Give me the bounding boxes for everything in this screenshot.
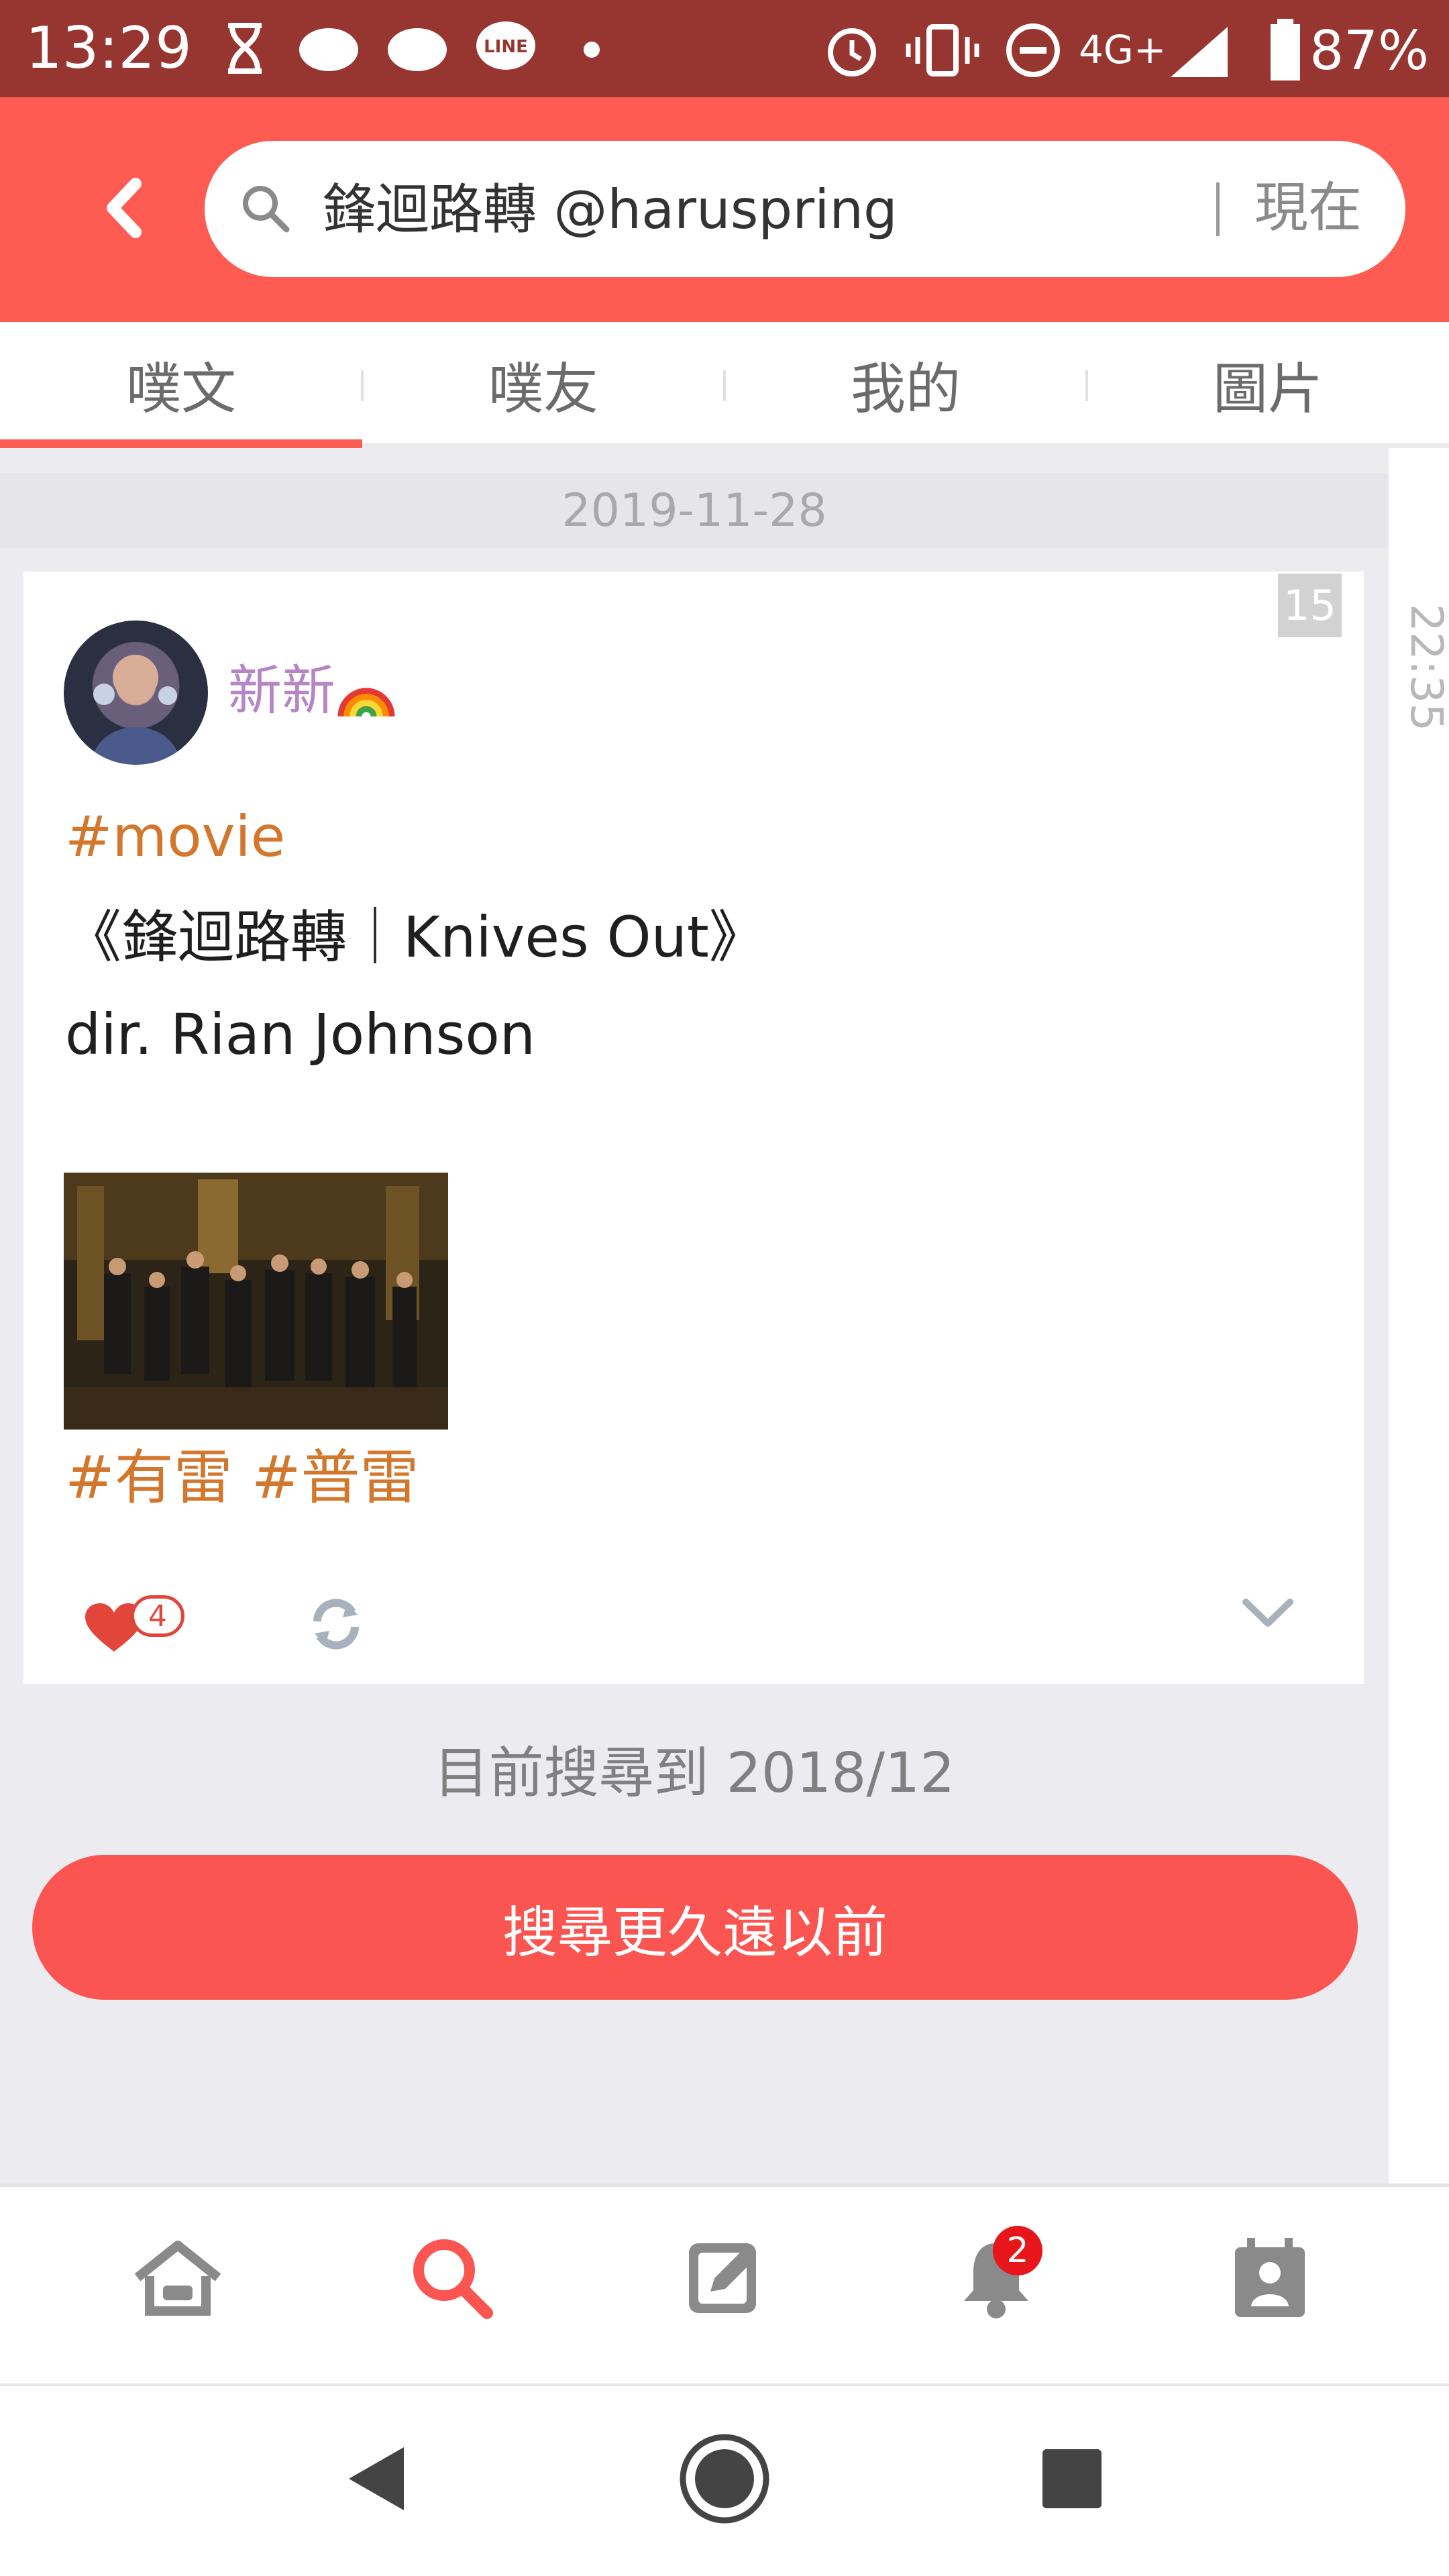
- notification-badge: 2: [993, 2226, 1042, 2275]
- back-triangle-icon[interactable]: [342, 2442, 409, 2516]
- chevron-down-icon[interactable]: [1238, 1590, 1298, 1637]
- search-input[interactable]: 鋒迴路轉 @haruspring 現在: [205, 141, 1405, 277]
- nav-home[interactable]: [127, 2227, 228, 2328]
- post-title-line: 《鋒迴路轉｜Knives Out》: [65, 904, 765, 970]
- avatar-image: [91, 655, 181, 765]
- back-button[interactable]: [87, 168, 161, 248]
- compose-icon: [689, 2243, 756, 2313]
- post-hashtag[interactable]: #movie: [65, 802, 285, 872]
- nav-search[interactable]: [401, 2227, 502, 2328]
- svg-text:LINE: LINE: [484, 37, 528, 57]
- search-nav-icon: [413, 2239, 493, 2319]
- hourglass-icon: [228, 23, 262, 74]
- post-time: 22:35: [1401, 604, 1449, 732]
- search-divider: [1216, 182, 1220, 236]
- date-label: 2019-11-28: [561, 484, 827, 537]
- movie-still-image: [64, 1173, 448, 1430]
- tab-plurks[interactable]: 噗文: [0, 322, 362, 446]
- tab-images[interactable]: 圖片: [1087, 322, 1449, 446]
- plurk-card[interactable]: [23, 572, 1364, 1684]
- alarm-icon: [828, 28, 876, 76]
- vibrate-icon: [906, 24, 979, 76]
- home-icon: [134, 2241, 221, 2316]
- rainbow-icon: [337, 688, 395, 717]
- replurk-icon[interactable]: [305, 1593, 367, 1655]
- avatar[interactable]: [64, 621, 208, 765]
- post-director-line: dir. Rian Johnson: [65, 1002, 536, 1067]
- dot-icon: [584, 42, 600, 58]
- post-image[interactable]: [64, 1173, 448, 1430]
- search-progress-text: 目前搜尋到 2018/12: [433, 1741, 955, 1805]
- recents-square-icon[interactable]: [1038, 2445, 1106, 2512]
- status-bar: 13:29 LINE 4G+ 87%: [0, 0, 1449, 97]
- plurk-notification-icon: [299, 28, 358, 71]
- nav-compose[interactable]: [674, 2227, 775, 2328]
- status-time: 13:29: [25, 15, 192, 82]
- plurk-notification-icon-2: [388, 28, 447, 71]
- tab-mine[interactable]: 我的: [724, 322, 1087, 446]
- date-separator: 2019-11-28: [0, 473, 1389, 548]
- tab-bar: 噗文 噗友 我的 圖片: [0, 322, 1449, 446]
- post-tags[interactable]: #有雷 #普雷: [65, 1441, 419, 1515]
- dnd-icon: [1006, 23, 1060, 77]
- home-circle-icon[interactable]: [678, 2432, 771, 2526]
- search-query: 鋒迴路轉 @haruspring: [322, 178, 898, 241]
- search-icon: [243, 186, 290, 233]
- line-app-icon: LINE: [476, 21, 535, 70]
- search-older-button[interactable]: 搜尋更久遠以前: [32, 1855, 1358, 2000]
- tab-friends[interactable]: 噗友: [362, 322, 724, 446]
- author-name[interactable]: 新新: [228, 657, 335, 724]
- battery-percent: 87%: [1309, 19, 1429, 82]
- nav-profile[interactable]: [1220, 2227, 1320, 2328]
- back-icon: [107, 178, 142, 238]
- network-type: 4G+: [1079, 27, 1167, 72]
- response-count-badge[interactable]: 15: [1278, 574, 1342, 637]
- battery-icon: [1271, 19, 1300, 80]
- like-count: 4: [131, 1595, 184, 1637]
- search-range-button[interactable]: 現在: [1254, 171, 1362, 245]
- profile-icon: [1235, 2238, 1305, 2317]
- signal-icon: [1171, 27, 1228, 77]
